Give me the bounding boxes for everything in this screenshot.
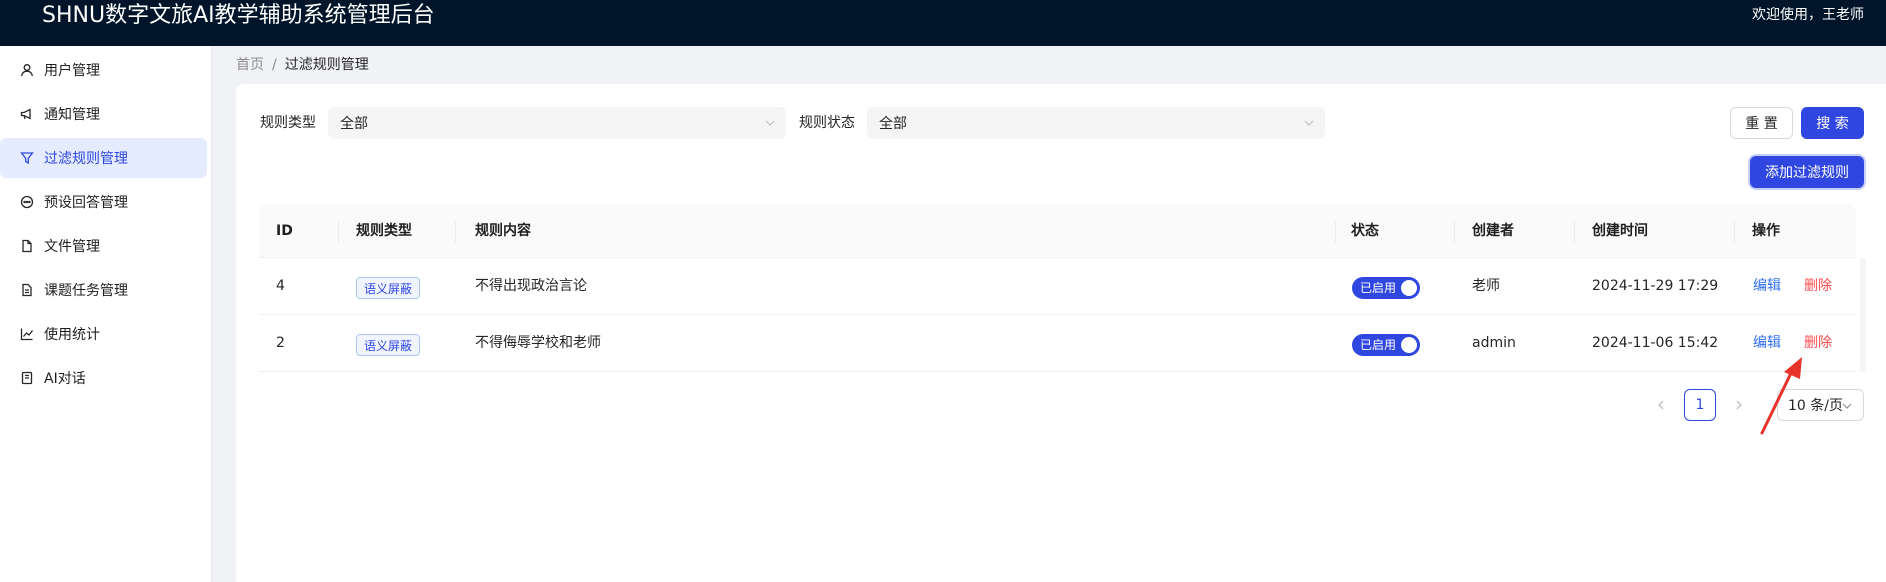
column-divider	[1454, 221, 1455, 243]
chevron-down-icon	[765, 120, 775, 126]
rule-type-select[interactable]: 全部	[328, 107, 786, 139]
column-header-actions: 操作	[1752, 223, 1780, 239]
table-scrollbar[interactable]	[1860, 258, 1866, 372]
edit-link[interactable]: 编辑	[1753, 333, 1781, 353]
sidebar-item-label: 预设回答管理	[44, 195, 128, 211]
cell-created-at: 2024-11-06 15:42	[1592, 335, 1719, 351]
app-title: SHNU数字文旅AI教学辅助系统管理后台	[42, 3, 435, 28]
sidebar-item-label: 过滤规则管理	[44, 151, 128, 167]
breadcrumb-separator: /	[272, 57, 277, 73]
sidebar-item-task-management[interactable]: 课题任务管理	[0, 270, 207, 310]
status-toggle[interactable]: 已启用	[1352, 334, 1420, 356]
status-toggle-label: 已启用	[1360, 281, 1397, 295]
breadcrumb: 首页 / 过滤规则管理	[236, 56, 369, 74]
megaphone-icon	[20, 107, 34, 121]
sidebar-item-preset-answers[interactable]: 预设回答管理	[0, 182, 207, 222]
rule-status-label: 规则状态	[799, 115, 855, 131]
rule-type-tag: 语义屏蔽	[356, 334, 421, 356]
column-divider	[1335, 221, 1336, 243]
column-divider	[338, 221, 339, 243]
user-icon	[20, 63, 34, 77]
column-header-id: ID	[276, 223, 293, 239]
table-header: ID 规则类型 规则内容 状态 创建者 创建时间 操作	[259, 204, 1856, 258]
delete-link[interactable]: 删除	[1804, 333, 1832, 353]
column-divider	[1734, 221, 1735, 243]
file-text-icon	[20, 283, 34, 297]
status-toggle[interactable]: 已启用	[1352, 277, 1420, 299]
sidebar-item-file-management[interactable]: 文件管理	[0, 226, 207, 266]
table-row: 4 语义屏蔽 不得出现政治言论 已启用 老师 2024-11-29 17:29 …	[259, 258, 1856, 315]
sidebar-item-ai-chat[interactable]: AI对话	[0, 358, 207, 398]
sidebar-item-label: 用户管理	[44, 63, 100, 79]
chevron-down-icon	[1304, 120, 1314, 126]
breadcrumb-current: 过滤规则管理	[284, 57, 369, 73]
column-header-content: 规则内容	[475, 223, 531, 239]
sidebar-item-label: 通知管理	[44, 107, 100, 123]
status-toggle-label: 已启用	[1360, 338, 1397, 352]
rule-status-select[interactable]: 全部	[867, 107, 1325, 139]
breadcrumb-home[interactable]: 首页	[236, 56, 264, 74]
column-divider	[455, 221, 456, 243]
cell-created-at: 2024-11-29 17:29	[1592, 278, 1719, 294]
column-header-created-at: 创建时间	[1592, 223, 1648, 239]
column-header-creator: 创建者	[1472, 223, 1514, 239]
sidebar-item-filter-rules[interactable]: 过滤规则管理	[0, 138, 207, 178]
edit-link[interactable]: 编辑	[1753, 276, 1781, 296]
content-card: 规则类型 全部 规则状态 全部 重 置 搜 索 添加过滤规则 ID 规则类型 规…	[236, 84, 1886, 582]
add-filter-rule-button[interactable]: 添加过滤规则	[1750, 156, 1864, 188]
rule-type-tag: 语义屏蔽	[356, 277, 421, 299]
toggle-knob	[1401, 280, 1417, 296]
next-page-icon[interactable]	[1732, 398, 1746, 412]
line-chart-icon	[20, 327, 34, 341]
table-row: 2 语义屏蔽 不得侮辱学校和老师 已启用 admin 2024-11-06 15…	[259, 315, 1856, 372]
top-header: SHNU数字文旅AI教学辅助系统管理后台 欢迎使用，王老师	[0, 0, 1886, 46]
cell-id: 2	[276, 335, 285, 351]
sidebar: 用户管理 通知管理 过滤规则管理 预设回答管理 文件管理 课题任务管理 使用统计…	[0, 46, 212, 582]
file-icon	[20, 239, 34, 253]
sidebar-item-user-management[interactable]: 用户管理	[0, 50, 207, 90]
book-icon	[20, 371, 34, 385]
column-header-type: 规则类型	[356, 223, 412, 239]
rule-type-label: 规则类型	[260, 115, 316, 131]
filter-icon	[20, 151, 34, 165]
sidebar-item-usage-stats[interactable]: 使用统计	[0, 314, 207, 354]
toggle-knob	[1401, 337, 1417, 353]
cell-creator: admin	[1472, 335, 1516, 351]
reset-button[interactable]: 重 置	[1730, 107, 1793, 139]
sidebar-item-label: 课题任务管理	[44, 283, 128, 299]
welcome-text: 欢迎使用，王老师	[1752, 7, 1864, 23]
delete-link[interactable]: 删除	[1804, 276, 1832, 296]
search-button[interactable]: 搜 索	[1801, 107, 1864, 139]
column-divider	[1574, 221, 1575, 243]
cell-content: 不得出现政治言论	[475, 278, 587, 294]
cell-content: 不得侮辱学校和老师	[475, 335, 601, 351]
sidebar-item-label: AI对话	[44, 371, 86, 387]
prev-page-icon[interactable]	[1654, 398, 1668, 412]
sidebar-item-label: 文件管理	[44, 239, 100, 255]
cell-id: 4	[276, 278, 285, 294]
sidebar-item-notification-management[interactable]: 通知管理	[0, 94, 207, 134]
column-header-status: 状态	[1351, 223, 1379, 239]
sidebar-item-label: 使用统计	[44, 327, 100, 343]
page-number-button[interactable]: 1	[1684, 389, 1716, 421]
rule-status-value: 全部	[879, 116, 907, 132]
chevron-down-icon	[1842, 403, 1852, 409]
message-icon	[20, 195, 34, 209]
rule-type-value: 全部	[340, 116, 368, 132]
annotation-arrow-icon	[1760, 357, 1802, 435]
cell-creator: 老师	[1472, 278, 1500, 294]
